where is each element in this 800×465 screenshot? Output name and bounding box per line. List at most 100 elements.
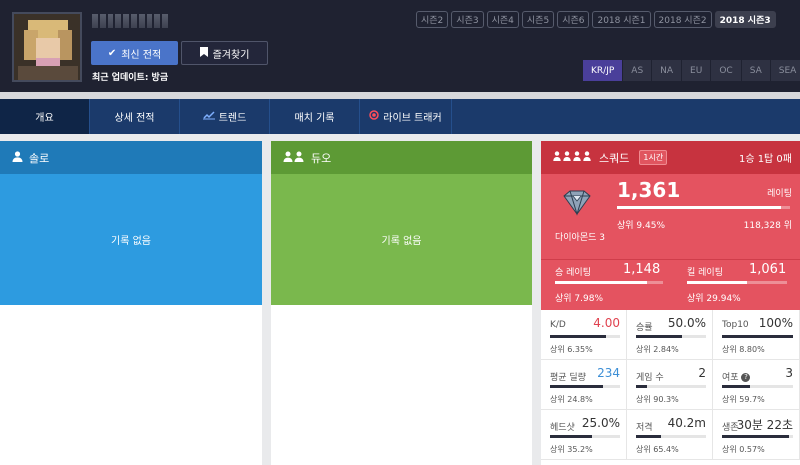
tab-label: 개요 xyxy=(35,113,54,124)
time-badge: 1시간 xyxy=(639,150,668,165)
stat-bar xyxy=(722,435,793,438)
avatar xyxy=(12,12,82,82)
win-rating-top: 상위 7.98% xyxy=(555,294,604,304)
stat-value: 3 xyxy=(785,366,793,380)
region-tab[interactable]: SA xyxy=(740,60,770,81)
stat-label: K/D xyxy=(550,320,566,330)
stat-bar xyxy=(636,435,706,438)
season-tab[interactable]: 2018 시즌2 xyxy=(653,11,712,28)
season-selector: 시즌2 시즌3 시즌4 시즌5 시즌6 2018 시즌1 2018 시즌2 20… xyxy=(416,11,776,28)
tab-match-history[interactable]: 매치 기록 xyxy=(270,99,360,134)
header-divider xyxy=(0,92,800,99)
season-tab[interactable]: 2018 시즌1 xyxy=(592,11,651,28)
season-tab[interactable]: 시즌6 xyxy=(557,11,590,28)
win-rating-bar xyxy=(555,281,663,284)
tab-live-tracker[interactable]: 라이브 트래커 xyxy=(360,99,452,134)
single-user-icon xyxy=(12,150,23,165)
stat-label: 승률 xyxy=(636,323,653,333)
stat-top-percent: 상위 90.3% xyxy=(636,395,679,404)
profile-header: ✔ 최신 전적 즐겨찾기 최근 업데이트: 방금 시즌2 시즌3 시즌4 시즌5… xyxy=(0,0,800,92)
stat-top-percent: 상위 59.7% xyxy=(722,395,765,404)
live-record-icon xyxy=(369,110,380,123)
stat-bar xyxy=(550,435,620,438)
rating-bar xyxy=(617,206,790,209)
stat-bar-fill xyxy=(550,335,606,338)
squad-header: 스쿼드 1시간 1승 1탑 0패 xyxy=(541,141,800,174)
stat-snipe: 저격 40.2m 상위 65.4% xyxy=(627,410,713,460)
stat-top10: Top10 100% 상위 8.80% xyxy=(713,310,800,360)
solo-header: 솔로 xyxy=(0,141,262,174)
stat-bar-fill xyxy=(550,385,603,388)
stat-bar-fill xyxy=(636,435,661,438)
stat-label: 평균 딜량 xyxy=(550,373,586,383)
bookmark-icon xyxy=(199,46,208,60)
stat-top-percent: 상위 35.2% xyxy=(550,445,593,454)
stat-bar-fill xyxy=(636,335,682,338)
stat-bar-fill xyxy=(550,435,592,438)
kill-rating-top: 상위 29.94% xyxy=(687,294,741,304)
solo-title: 솔로 xyxy=(29,151,50,165)
diamond-tier-icon xyxy=(562,190,592,219)
tab-detailed-stats[interactable]: 상세 전적 xyxy=(90,99,180,134)
season-tab[interactable]: 시즌5 xyxy=(521,11,555,28)
kill-rating-value: 1,061 xyxy=(749,262,787,277)
duo-header: 듀오 xyxy=(271,141,532,174)
rating-value: 1,361 xyxy=(617,178,681,202)
stat-label: 저격 xyxy=(636,423,653,433)
stat-win-rate: 승률 50.0% 상위 2.84% xyxy=(627,310,713,360)
two-users-icon xyxy=(283,151,305,165)
stat-top-percent: 상위 65.4% xyxy=(636,445,679,454)
tab-overview[interactable]: 개요 xyxy=(0,99,90,134)
duo-panel: 듀오 기록 없음 xyxy=(271,141,532,465)
region-tab[interactable]: AS xyxy=(622,60,652,81)
region-tab[interactable]: SEA xyxy=(769,60,800,81)
region-tab-active[interactable]: KR/JP xyxy=(582,60,623,81)
stat-value: 234 xyxy=(597,366,620,380)
recent-matches-label: 최신 전적 xyxy=(121,49,162,61)
trend-chart-icon xyxy=(202,110,215,123)
stat-bar xyxy=(550,385,620,388)
kill-rating-label: 킬 레이팅 xyxy=(687,268,723,278)
region-tab[interactable]: NA xyxy=(651,60,682,81)
stat-value: 50.0% xyxy=(667,316,706,330)
win-rating-label: 승 레이팅 xyxy=(555,268,591,278)
favorite-button[interactable]: 즐겨찾기 xyxy=(181,41,268,65)
help-icon[interactable]: ? xyxy=(741,373,751,382)
stat-label: 헤드샷 xyxy=(550,423,575,433)
region-tab[interactable]: EU xyxy=(681,60,711,81)
season-tab[interactable]: 시즌2 xyxy=(416,11,449,28)
stat-label-wrap: 여포 ? xyxy=(722,370,751,383)
squad-stats-grid: K/D 4.00 상위 6.35% 승률 50.0% 상위 2.84% Top1… xyxy=(541,310,800,460)
stat-label: 게임 수 xyxy=(636,373,664,383)
squad-title: 스쿼드 xyxy=(599,151,630,165)
kill-rating-bar xyxy=(687,281,787,284)
recent-matches-button[interactable]: ✔ 최신 전적 xyxy=(91,41,178,65)
rating-top-percent: 상위 9.45% xyxy=(617,221,666,231)
stat-headshot: 헤드샷 25.0% 상위 35.2% xyxy=(541,410,627,460)
stat-bar xyxy=(636,385,706,388)
rating-label: 레이팅 xyxy=(767,189,792,199)
region-tab[interactable]: OC xyxy=(710,60,741,81)
duo-empty: 기록 없음 xyxy=(271,174,532,305)
stat-bar-fill xyxy=(722,435,790,438)
duo-title: 듀오 xyxy=(311,151,332,165)
player-name-blurred xyxy=(92,14,168,28)
stat-value: 25.0% xyxy=(581,416,620,430)
tab-label: 라이브 트래커 xyxy=(383,113,442,124)
stat-top-percent: 상위 24.8% xyxy=(550,395,593,404)
stat-kd: K/D 4.00 상위 6.35% xyxy=(541,310,627,360)
check-icon: ✔ xyxy=(107,47,117,59)
tab-trend[interactable]: 트렌드 xyxy=(180,99,270,134)
stat-top-percent: 상위 0.57% xyxy=(722,445,765,454)
tab-label: 트렌드 xyxy=(218,113,247,124)
season-tab[interactable]: 시즌4 xyxy=(486,11,519,28)
season-tab[interactable]: 시즌3 xyxy=(451,11,484,28)
stat-bar xyxy=(550,335,620,338)
squad-users-icon xyxy=(553,151,593,164)
stat-top-percent: 상위 8.80% xyxy=(722,345,765,354)
squad-record: 1승 1탑 0패 xyxy=(738,154,792,165)
stat-value: 100% xyxy=(758,316,793,330)
season-tab-active[interactable]: 2018 시즌3 xyxy=(714,11,776,28)
stat-most-kills: 여포 ? 3 상위 59.7% xyxy=(713,360,800,410)
stat-bar-fill xyxy=(722,385,751,388)
